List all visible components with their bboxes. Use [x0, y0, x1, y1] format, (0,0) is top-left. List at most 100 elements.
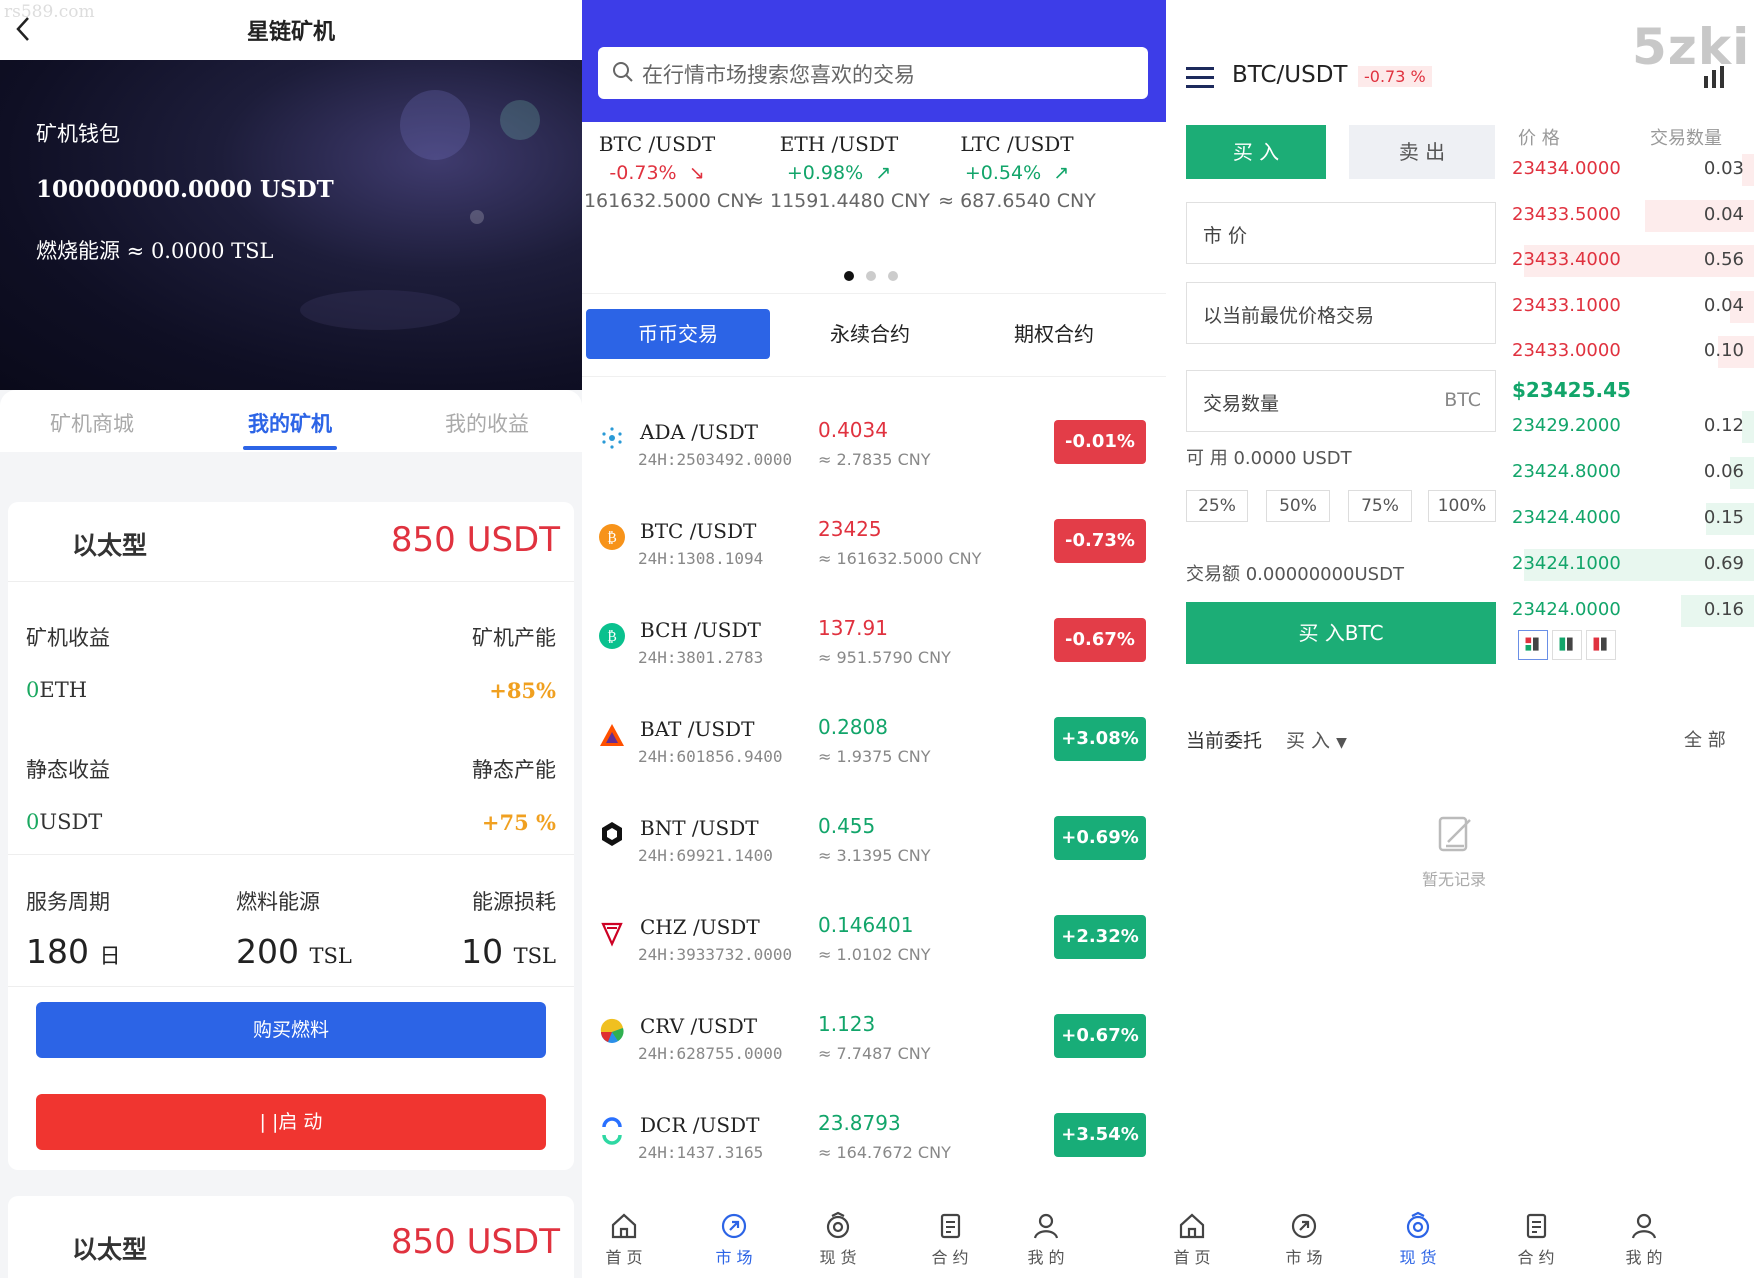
- bnt-icon: [602, 822, 622, 846]
- trade-panel: BTC/USDT -0.73 % 5zki 买 入 卖 出 市 价 以当前最优价…: [1166, 0, 1754, 1278]
- buy-tab[interactable]: 买 入: [1186, 125, 1326, 179]
- carousel-dot[interactable]: [844, 271, 854, 281]
- segment-perpetual[interactable]: 永续合约: [778, 309, 962, 359]
- tabbar-item[interactable]: 现 货: [1378, 1210, 1458, 1268]
- buy-fuel-button[interactable]: 购买燃料: [36, 1002, 546, 1058]
- carousel-dots: [844, 266, 910, 285]
- change-badge[interactable]: +0.67%: [1054, 1014, 1146, 1058]
- tabbar-item[interactable]: 我 的: [1006, 1210, 1086, 1268]
- market-row[interactable]: CHZ /USDT 24H:3933732.0000 0.146401 ≈ 1.010…: [582, 901, 1166, 1000]
- change-badge[interactable]: +3.08%: [1054, 717, 1146, 761]
- percent-75-button[interactable]: 75%: [1348, 490, 1412, 522]
- orders-filter-dropdown[interactable]: 买 入 ▼: [1286, 726, 1347, 753]
- orderbook-asks-icon[interactable]: [1586, 630, 1616, 660]
- change-badge[interactable]: -0.01%: [1054, 420, 1146, 464]
- tabbar-item[interactable]: 合 约: [1496, 1210, 1576, 1268]
- market-row[interactable]: DCR /USDT 24H:1437.3165 23.8793 ≈ 164.7672 …: [582, 1099, 1166, 1198]
- kline-chart-icon[interactable]: [1702, 62, 1730, 90]
- tab-miner-store[interactable]: 矿机商城: [22, 408, 162, 438]
- ask-row[interactable]: 23433.4000 0.56: [1512, 245, 1754, 277]
- order-price: 23424.8000: [1512, 461, 1621, 482]
- sell-tab[interactable]: 卖 出: [1349, 125, 1495, 179]
- market-row[interactable]: CRV /USDT 24H:628755.0000 1.123 ≈ 7.7487 CN…: [582, 1000, 1166, 1099]
- ticker-card[interactable]: ETH /USDT +0.98% ↗ ≈ 11591.4480 CNY: [744, 132, 934, 212]
- volume-24h: 24H:628755.0000: [638, 1044, 783, 1063]
- trade-pair[interactable]: BTC/USDT: [1232, 62, 1347, 88]
- segment-spot[interactable]: 币币交易: [586, 309, 770, 359]
- tab-my-earnings[interactable]: 我的收益: [417, 408, 557, 438]
- quantity-input[interactable]: 交易数量 BTC: [1186, 370, 1496, 432]
- last-price: 0.455: [818, 814, 876, 838]
- bat-icon: [600, 724, 624, 746]
- segment-options[interactable]: 期权合约: [962, 309, 1146, 359]
- ask-row[interactable]: 23433.0000 0.10: [1512, 336, 1754, 368]
- quantity-unit: BTC: [1444, 389, 1481, 411]
- tabbar-item[interactable]: 我 的: [1604, 1210, 1684, 1268]
- ask-row[interactable]: 23433.1000 0.04: [1512, 290, 1754, 323]
- change-badge[interactable]: -0.67%: [1054, 618, 1146, 662]
- market-row[interactable]: ADA /USDT 24H:2503492.0000 0.4034 ≈ 2.7835 …: [582, 406, 1166, 505]
- tabbar-label: 首 页: [1173, 1248, 1211, 1267]
- bid-row[interactable]: 23424.1000 0.69: [1512, 549, 1754, 581]
- last-price: 0.146401: [818, 913, 914, 937]
- profile-icon: [1631, 1213, 1657, 1239]
- buy-btc-button[interactable]: 买 入BTC: [1186, 602, 1496, 664]
- bid-row[interactable]: 23424.8000 0.06: [1512, 457, 1754, 489]
- tabbar-item[interactable]: 首 页: [1166, 1210, 1232, 1268]
- ask-row[interactable]: 23434.0000 0.03: [1512, 154, 1754, 186]
- ticker-change: +0.54% ↗: [964, 162, 1070, 184]
- market-icon: [1291, 1213, 1317, 1239]
- miner-card: 以太型 850 USDT: [8, 1196, 574, 1278]
- carousel-dot[interactable]: [866, 271, 876, 281]
- tab-my-miners[interactable]: 我的矿机: [220, 408, 360, 438]
- price-field[interactable]: 以当前最优价格交易: [1186, 282, 1496, 344]
- wallet-label: 矿机钱包: [36, 122, 120, 146]
- change-badge[interactable]: -0.73%: [1054, 519, 1146, 563]
- ticker-card[interactable]: LTC /USDT +0.54% ↗ ≈ 687.6540 CNY: [922, 132, 1112, 212]
- tabbar-label: 我 的: [1625, 1248, 1663, 1267]
- bid-row[interactable]: 23424.4000 0.15: [1512, 503, 1754, 535]
- percent-50-button[interactable]: 50%: [1266, 490, 1330, 522]
- contract-icon: [940, 1213, 961, 1239]
- market-row[interactable]: BNT /USDT 24H:69921.1400 0.455 ≈ 3.1395 CNY…: [582, 802, 1166, 901]
- change-badge[interactable]: +0.69%: [1054, 816, 1146, 860]
- empty-record-icon: [1438, 816, 1471, 852]
- tabbar-label: 现 货: [1399, 1248, 1437, 1267]
- start-button[interactable]: | |启 动: [36, 1094, 546, 1150]
- static-earnings-label: 静态收益: [26, 758, 110, 782]
- ask-row[interactable]: 23433.5000 0.04: [1512, 199, 1754, 232]
- percent-25-button[interactable]: 25%: [1186, 490, 1248, 522]
- search-icon: [613, 62, 633, 82]
- carousel-dot[interactable]: [888, 271, 898, 281]
- available-balance: 可 用 0.0000 USDT: [1186, 448, 1352, 469]
- orderbook-bids-icon[interactable]: [1552, 630, 1582, 660]
- price-cny: ≈ 161632.5000 CNY: [818, 549, 982, 568]
- order-price: 23424.4000: [1512, 507, 1621, 528]
- tabbar-label: 首 页: [605, 1248, 643, 1267]
- capacity-label: 矿机产能: [472, 626, 556, 650]
- bid-row[interactable]: 23429.2000 0.12: [1512, 411, 1754, 443]
- tabbar-item[interactable]: 首 页: [584, 1210, 664, 1268]
- tabbar-item[interactable]: 合 约: [910, 1210, 990, 1268]
- tabbar-item[interactable]: 市 场: [1264, 1210, 1344, 1268]
- percent-100-button[interactable]: 100%: [1428, 490, 1496, 522]
- orderbook-both-icon[interactable]: [1518, 630, 1548, 660]
- change-badge[interactable]: +3.54%: [1054, 1113, 1146, 1157]
- order-qty: 0.56: [1703, 249, 1744, 270]
- profile-icon: [1033, 1213, 1059, 1239]
- market-row[interactable]: ₿ BTC /USDT 24H:1308.1094 23425 ≈ 161632.500…: [582, 505, 1166, 604]
- card-header: 以太型 850 USDT: [8, 502, 574, 582]
- market-row[interactable]: BAT /USDT 24H:601856.9400 0.2808 ≈ 1.9375 C…: [582, 703, 1166, 802]
- tabbar-item[interactable]: 现 货: [798, 1210, 878, 1268]
- bid-row[interactable]: 23424.0000 0.16: [1512, 595, 1754, 627]
- search-input[interactable]: 在行情市场搜索您喜欢的交易: [598, 47, 1148, 99]
- ticker-card[interactable]: BTC /USDT -0.73% ↘ ≈ 161632.5000 CNY: [582, 132, 756, 212]
- tabbar-label: 现 货: [819, 1248, 857, 1267]
- order-type-select[interactable]: 市 价: [1186, 202, 1496, 264]
- tabbar-item[interactable]: 市 场: [694, 1210, 774, 1268]
- market-row[interactable]: ₿ BCH /USDT 24H:3801.2783 137.91 ≈ 951.5790 …: [582, 604, 1166, 703]
- menu-icon[interactable]: [1186, 66, 1214, 90]
- all-orders-link[interactable]: 全 部: [1684, 726, 1726, 752]
- change-badge[interactable]: +2.32%: [1054, 915, 1146, 959]
- pair-name: CRV /USDT: [640, 1014, 758, 1038]
